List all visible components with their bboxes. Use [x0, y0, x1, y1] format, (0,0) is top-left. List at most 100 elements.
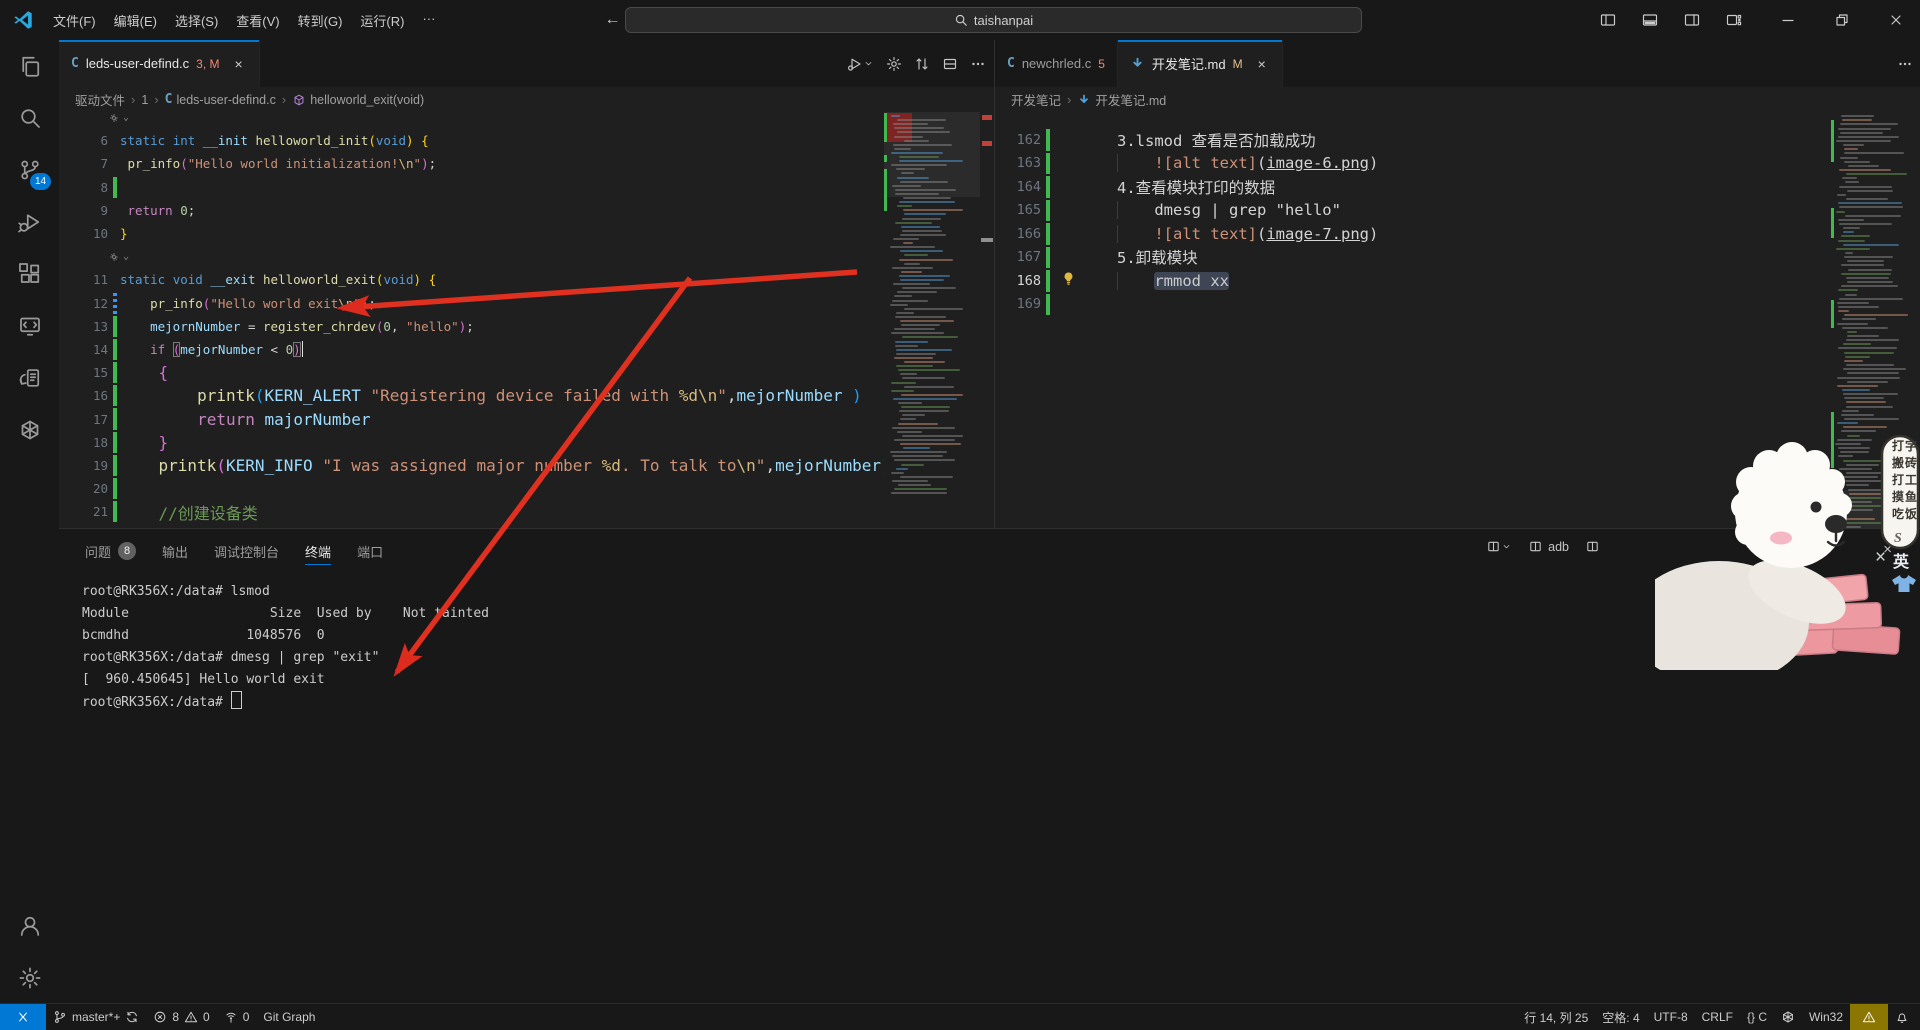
code-line[interactable]: 168 rmmod xx	[995, 269, 1831, 293]
panel-tab-调试控制台[interactable]: 调试控制台	[214, 529, 279, 573]
code-line[interactable]: 19 printk(KERN_INFO "I was assigned majo…	[59, 454, 884, 477]
activity-account[interactable]	[0, 900, 59, 952]
code-line[interactable]: 1623.lsmod 查看是否加载成功	[995, 128, 1831, 152]
shirt-icon[interactable]	[1892, 575, 1916, 592]
code-line[interactable]: 12 pr_info("Hello world exit\n");	[59, 292, 884, 315]
back-icon[interactable]: ←	[604, 11, 620, 29]
activity-run-debug[interactable]	[0, 196, 59, 248]
status--c[interactable]: {} C	[1740, 1004, 1774, 1030]
status-git-graph[interactable]: Git Graph	[256, 1004, 322, 1030]
terminal-output[interactable]: root@RK356X:/data# lsmodModule Size Used…	[82, 581, 1910, 1001]
minimap-left[interactable]	[884, 112, 980, 528]
code-line[interactable]: 166 ![alt text](image-7.png)	[995, 222, 1831, 246]
status-remote-indicator[interactable]	[0, 1004, 46, 1030]
tab-开发笔记.md[interactable]: 开发笔记.mdM×	[1118, 40, 1283, 87]
status-行-14-列-25[interactable]: 行 14, 列 25	[1517, 1004, 1595, 1030]
code-line[interactable]: 11static void __exit helloworld_exit(voi…	[59, 268, 884, 291]
activity-remote-explorer[interactable]	[0, 300, 59, 352]
code-line[interactable]: 13 mejornNumber = register_chrdev(0, "he…	[59, 315, 884, 338]
more-button[interactable]	[970, 56, 986, 72]
code-left[interactable]: ⌄6static int __init helloworld_init(void…	[59, 112, 884, 523]
code-line[interactable]: 21 //创建设备类	[59, 500, 884, 523]
command-center-search[interactable]: taishanpai	[625, 7, 1362, 33]
status-bell[interactable]	[1888, 1004, 1916, 1030]
panel-tab-终端[interactable]: 终端	[305, 529, 331, 573]
menu-item[interactable]: 转到(G)	[289, 7, 352, 34]
breadcrumb-item[interactable]: 驱动文件	[75, 90, 125, 109]
status-8[interactable]: 80	[146, 1004, 216, 1030]
new-terminal-button[interactable]	[1585, 539, 1600, 554]
codelens-row[interactable]: ⌄	[59, 245, 884, 268]
editor-left[interactable]: ⌄6static int __init helloworld_init(void…	[59, 112, 994, 528]
status-warn-triangle[interactable]	[1850, 1004, 1888, 1030]
lightbulb-icon[interactable]	[1061, 271, 1076, 290]
menu-item[interactable]: 查看(V)	[227, 7, 288, 34]
gear-button[interactable]	[886, 56, 902, 72]
tab-close-icon[interactable]: ×	[1254, 55, 1270, 73]
breadcrumb-right[interactable]: 开发笔记›开发笔记.md	[995, 87, 1920, 112]
activity-files[interactable]	[0, 40, 59, 92]
menu-item[interactable]: 运行(R)	[351, 7, 413, 34]
status-crlf[interactable]: CRLF	[1695, 1004, 1740, 1030]
codelens-row[interactable]: ⌄	[59, 112, 884, 129]
code-line[interactable]: 165 dmesg | grep "hello"	[995, 199, 1831, 223]
restore-button[interactable]	[1826, 6, 1858, 35]
status-空格-4[interactable]: 空格: 4	[1595, 1004, 1646, 1030]
status-utf-8[interactable]: UTF-8	[1647, 1004, 1695, 1030]
layout-sidebar-right-button[interactable]	[1676, 6, 1708, 35]
activity-extensions[interactable]	[0, 248, 59, 300]
breadcrumb-item[interactable]: 1	[141, 93, 148, 107]
code-right[interactable]: 1623.lsmod 查看是否加载成功163 ![alt text](image…	[995, 128, 1831, 316]
breadcrumb-left[interactable]: 驱动文件›1›Cleds-user-defind.c›helloworld_ex…	[59, 87, 994, 112]
code-line[interactable]: 20	[59, 477, 884, 500]
code-line[interactable]: 16 printk(KERN_ALERT "Registering device…	[59, 384, 884, 407]
sticker-close-icon[interactable]: ×	[1875, 547, 1886, 568]
code-line[interactable]: 9 return 0;	[59, 199, 884, 222]
overview-ruler-left[interactable]	[980, 112, 994, 528]
language-badge[interactable]: 英	[1892, 552, 1910, 571]
code-line[interactable]: 169	[995, 293, 1831, 317]
code-line[interactable]: 18 }	[59, 431, 884, 454]
panel-tab-端口[interactable]: 端口	[357, 529, 383, 573]
code-line[interactable]: 1644.查看模块打印的数据	[995, 175, 1831, 199]
breadcrumb-item[interactable]: Cleds-user-defind.c	[165, 92, 276, 107]
desktop-pet-sticker[interactable]: 打搬打摸吃 字砖工鱼饭 S × 英	[1655, 420, 1920, 670]
menu-item[interactable]: 编辑(E)	[105, 7, 166, 34]
status-master-[interactable]: master*+	[46, 1004, 146, 1030]
layout-sidebar-left-button[interactable]	[1592, 6, 1624, 35]
tab-leds-user-defind.c[interactable]: Cleds-user-defind.c3, M×	[59, 40, 260, 87]
code-line[interactable]: 1675.卸载模块	[995, 246, 1831, 270]
layout-custom-button[interactable]	[1718, 6, 1750, 35]
tab-close-icon[interactable]: ×	[231, 55, 247, 73]
code-line[interactable]: 15 {	[59, 361, 884, 384]
layout-panel-button[interactable]	[1634, 6, 1666, 35]
status-gitlens[interactable]	[1774, 1004, 1802, 1030]
terminal-instance-adb[interactable]: adb	[1528, 539, 1569, 554]
panel-tab-问题[interactable]: 问题8	[85, 529, 136, 573]
panel-tab-输出[interactable]: 输出	[162, 529, 188, 573]
status-win32[interactable]: Win32	[1802, 1004, 1850, 1030]
activity-gear[interactable]	[0, 952, 59, 1004]
breadcrumb-item[interactable]: 开发笔记	[1011, 90, 1061, 109]
activity-source-control[interactable]: 14	[0, 144, 59, 196]
activity-doc-sync[interactable]	[0, 352, 59, 404]
compare-button[interactable]	[914, 56, 930, 72]
status-0[interactable]: 0	[217, 1004, 257, 1030]
close-button[interactable]	[1880, 6, 1912, 35]
more-button[interactable]	[1897, 56, 1913, 72]
code-line[interactable]: 17 return majorNumber	[59, 407, 884, 430]
run-debug-button[interactable]	[847, 56, 874, 72]
minimize-button[interactable]	[1772, 6, 1804, 35]
menu-item[interactable]: 文件(F)	[44, 7, 105, 34]
code-line[interactable]: 163 ![alt text](image-6.png)	[995, 152, 1831, 176]
breadcrumb-item[interactable]: helloworld_exit(void)	[292, 93, 424, 107]
code-line[interactable]: 10}	[59, 222, 884, 245]
code-line[interactable]: 7 pr_info("Hello world initialization!\n…	[59, 152, 884, 175]
activity-search[interactable]	[0, 92, 59, 144]
split-terminal-button[interactable]	[1486, 539, 1512, 554]
code-line[interactable]: 14 if (mejorNumber < 0)	[59, 338, 884, 361]
code-line[interactable]: 6static int __init helloworld_init(void)…	[59, 129, 884, 152]
activity-gitlens[interactable]	[0, 404, 59, 456]
breadcrumb-item[interactable]: 开发笔记.md	[1077, 90, 1166, 109]
tab-newchrled.c[interactable]: Cnewchrled.c5	[995, 40, 1118, 87]
